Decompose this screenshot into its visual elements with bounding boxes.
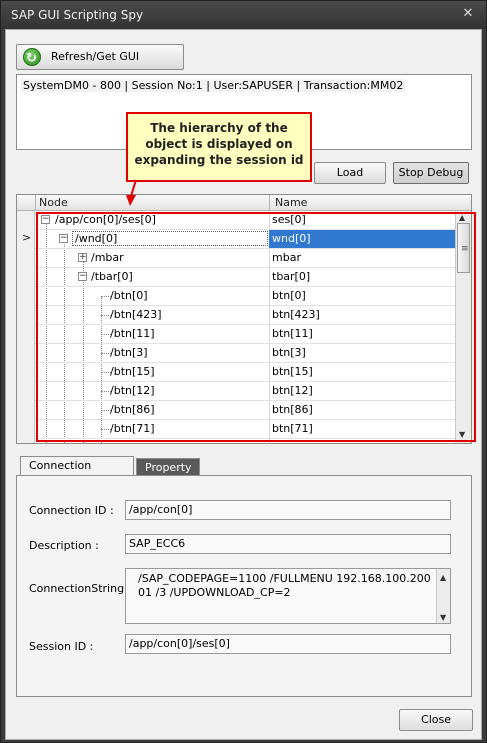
expand-icon[interactable]: + — [78, 253, 87, 262]
connection-string-text[interactable]: /SAP_CODEPAGE=1100 /FULLMENU 192.168.100… — [138, 572, 431, 599]
window-close-icon[interactable]: ✕ — [460, 6, 476, 22]
grid-header: Node Name — [17, 195, 471, 211]
row-indicator-column: > — [17, 211, 35, 443]
node-cell[interactable]: /btn[3] — [110, 346, 148, 359]
grid-vertical-scrollbar[interactable]: ▲ ≡ ▼ — [455, 211, 471, 443]
name-cell[interactable]: btn[71] — [269, 420, 455, 438]
table-row[interactable]: − /app/con[0]/ses[0] ses[0] — [35, 211, 455, 230]
name-cell[interactable]: tbar[0] — [269, 268, 455, 286]
name-cell[interactable]: btn[15] — [269, 363, 455, 381]
node-cell[interactable]: /mbar — [91, 251, 124, 264]
scroll-up-icon[interactable]: ▲ — [440, 571, 446, 585]
connection-id-label: Connection ID : — [29, 504, 114, 517]
node-cell[interactable]: /btn[11] — [110, 327, 155, 340]
scroll-down-icon[interactable]: ▼ — [459, 430, 465, 439]
name-cell[interactable]: btn[12] — [269, 382, 455, 400]
table-row[interactable]: + /mbar mbar — [35, 249, 455, 268]
collapse-icon[interactable]: − — [59, 234, 68, 243]
title-bar[interactable]: SAP GUI Scripting Spy ✕ — [1, 1, 486, 29]
connection-string-field[interactable]: /SAP_CODEPAGE=1100 /FULLMENU 192.168.100… — [125, 568, 451, 624]
tab-connection-property[interactable]: Connection Property — [20, 456, 134, 490]
node-cell[interactable]: /btn[12] — [110, 384, 155, 397]
column-header-node[interactable]: Node — [39, 196, 68, 209]
node-cell[interactable]: /btn[0] — [110, 289, 148, 302]
scroll-thumb[interactable]: ≡ — [457, 223, 470, 273]
node-cell[interactable]: /btn[86] — [110, 403, 155, 416]
description-field[interactable]: SAP_ECC6 — [125, 534, 451, 554]
table-row[interactable]: /btn[423] btn[423] — [35, 306, 455, 325]
node-cell[interactable]: /wnd[0] — [72, 231, 268, 246]
refresh-session-button[interactable]: Refresh/Get GUI Session — [16, 44, 184, 87]
name-cell[interactable]: btn[86] — [269, 401, 455, 419]
refresh-icon — [23, 47, 41, 71]
table-row[interactable]: − /wnd[0] wnd[0] — [35, 230, 455, 249]
column-header-name[interactable]: Name — [275, 196, 307, 209]
node-cell[interactable]: /tbar[0] — [91, 270, 133, 283]
grip-icon: ≡ — [461, 244, 469, 254]
table-row[interactable]: /btn[0] btn[0] — [35, 287, 455, 306]
scroll-up-icon[interactable]: ▲ — [459, 213, 465, 222]
table-row[interactable]: /btn[12] btn[12] — [35, 382, 455, 401]
current-row-indicator-icon: > — [22, 231, 32, 244]
table-row[interactable]: /btn[11] btn[11] — [35, 325, 455, 344]
stop-debug-button[interactable]: Stop Debug — [393, 162, 469, 184]
load-button[interactable]: Load — [314, 162, 386, 184]
name-cell[interactable]: btn[0] — [269, 287, 455, 305]
collapse-icon[interactable]: − — [41, 215, 50, 224]
header-separator[interactable] — [269, 195, 270, 211]
table-row[interactable]: − /tbar[0] tbar[0] — [35, 268, 455, 287]
client-area: Refresh/Get GUI Session SystemDM0 - 800 … — [5, 29, 482, 740]
name-cell[interactable]: btn[423] — [269, 306, 455, 324]
connection-string-label: ConnectionString : — [29, 582, 132, 595]
session-id-label: Session ID : — [29, 640, 94, 653]
connection-string-scrollbar[interactable]: ▲ ▼ — [436, 569, 450, 623]
node-cell[interactable]: /app/con[0]/ses[0] — [55, 213, 156, 226]
name-cell[interactable]: mbar — [269, 249, 455, 267]
name-cell-selected[interactable]: wnd[0] — [269, 230, 455, 248]
window-title: SAP GUI Scripting Spy — [11, 8, 144, 22]
table-row[interactable]: /btn[71] btn[71] — [35, 420, 455, 439]
name-cell[interactable]: btn[11] — [269, 325, 455, 343]
table-row[interactable]: /btn[15] btn[15] — [35, 363, 455, 382]
tab-property[interactable]: Property — [136, 458, 200, 476]
header-separator — [35, 195, 36, 211]
description-label: Description : — [29, 539, 99, 552]
connection-property-panel: Connection ID : /app/con[0] Description … — [16, 475, 472, 697]
name-cell[interactable]: ses[0] — [269, 211, 455, 229]
session-id-field[interactable]: /app/con[0]/ses[0] — [125, 634, 451, 654]
scroll-down-icon[interactable]: ▼ — [440, 611, 446, 625]
table-row[interactable]: /btn[3] btn[3] — [35, 344, 455, 363]
connection-id-field[interactable]: /app/con[0] — [125, 500, 451, 520]
object-hierarchy-grid[interactable]: Node Name > − /app/con[0]/ses[0] ses[0] … — [16, 194, 472, 444]
close-button[interactable]: Close — [399, 709, 473, 731]
node-cell[interactable]: /btn[71] — [110, 422, 155, 435]
table-row[interactable]: /btn[86] btn[86] — [35, 401, 455, 420]
node-cell[interactable]: /btn[423] — [110, 308, 162, 321]
node-cell[interactable]: /btn[15] — [110, 365, 155, 378]
callout-arrow-icon — [126, 179, 137, 206]
annotation-callout: The hierarchy of the object is displayed… — [126, 112, 312, 182]
collapse-icon[interactable]: − — [78, 272, 87, 281]
session-info-text[interactable]: SystemDM0 - 800 | Session No:1 | User:SA… — [21, 79, 406, 92]
spy-window: SAP GUI Scripting Spy ✕ Refresh/Get GUI … — [0, 0, 487, 743]
name-cell[interactable]: btn[3] — [269, 344, 455, 362]
